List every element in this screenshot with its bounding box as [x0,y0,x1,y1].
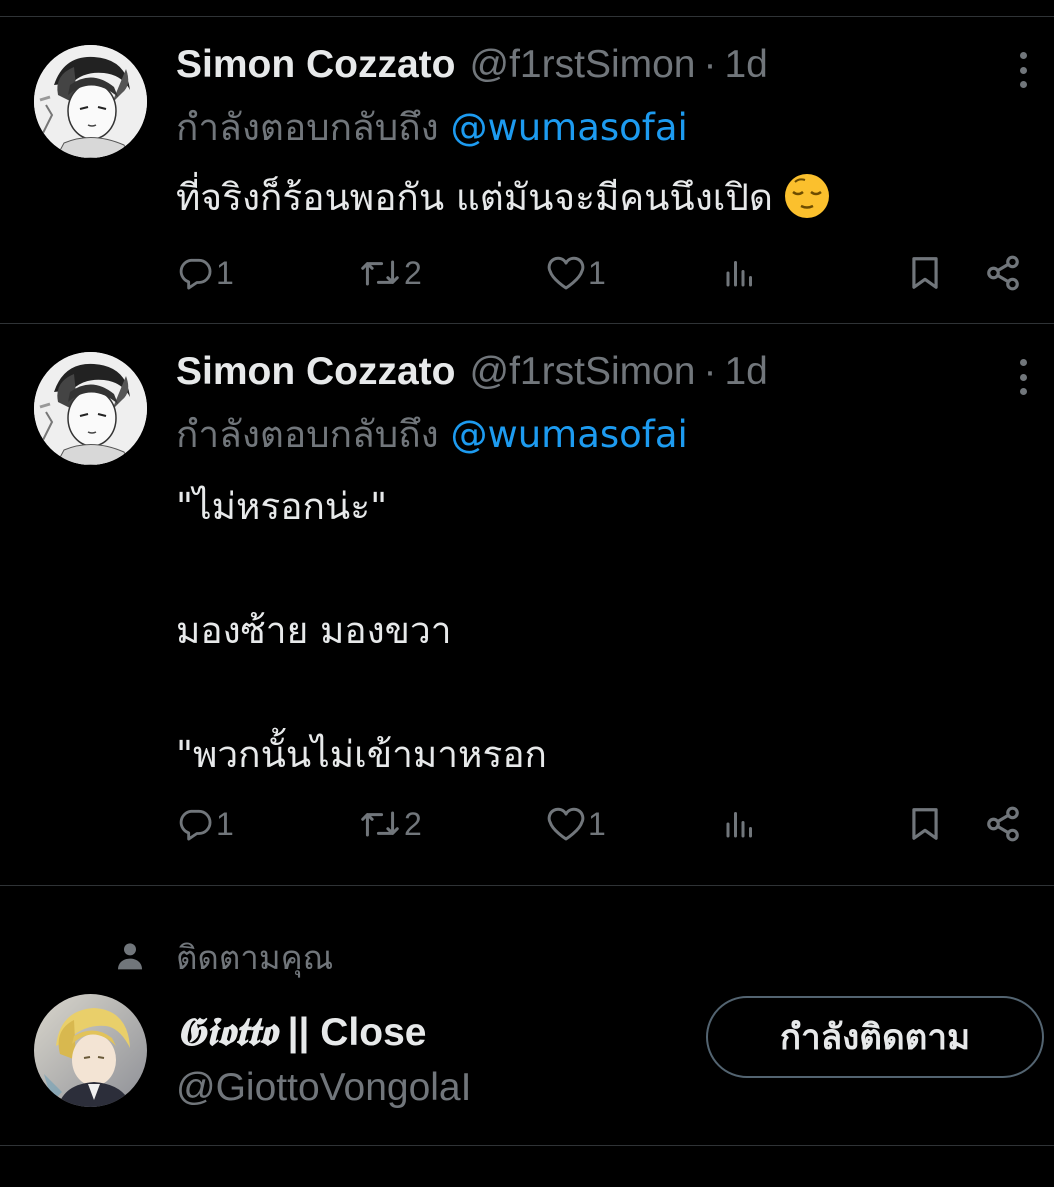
reply-icon [179,258,212,290]
bookmark-button[interactable] [906,243,944,303]
tweet-text-content: "ไม่หรอกน่ะ" มองซ้าย มองขวา "พวกนั้นไม่เ… [176,485,547,776]
retweet-count: 2 [404,254,422,291]
avatar[interactable] [34,352,147,465]
like-button[interactable]: 1 [546,794,606,854]
tweet-divider [0,885,1054,886]
tweet-header: Simon Cozzato @f1rstSimon · 1d [176,346,768,398]
reply-button[interactable]: 1 [176,794,234,854]
share-button[interactable] [984,243,1022,303]
reply-context: กำลังตอบกลับถึง @wumasofai [176,102,688,154]
views-icon [726,812,752,838]
like-icon [547,256,585,290]
retweet-count: 2 [404,805,422,842]
reply-count: 1 [216,254,234,291]
reply-context: กำลังตอบกลับถึง @wumasofai [176,409,688,461]
display-name[interactable]: Simon Cozzato [176,39,456,91]
user-handle[interactable]: @f1rstSimon [470,39,696,91]
retweet-button[interactable]: 2 [358,794,422,854]
bottom-divider [0,1145,1054,1146]
timestamp[interactable]: 1d [724,346,767,398]
following-button[interactable]: กำลังติดตาม [706,996,1044,1078]
tweet-actions: 1 2 1 [0,794,1054,854]
bookmark-button[interactable] [906,794,944,854]
person-icon [118,943,142,970]
views-icon [726,261,752,287]
reply-mention[interactable]: @wumasofai [450,413,687,456]
more-icon[interactable] [1006,48,1040,92]
timestamp[interactable]: 1d [724,39,767,91]
separator-dot: · [703,43,717,86]
reply-prefix: กำลังตอบกลับถึง [176,413,439,456]
reply-button[interactable]: 1 [176,243,234,303]
avatar-image [34,352,147,465]
reply-icon [179,809,212,841]
display-name[interactable]: Simon Cozzato [176,346,456,398]
tweet-text: "ไม่หรอกน่ะ" มองซ้าย มองขวา "พวกนั้นไม่เ… [176,476,1016,786]
avatar[interactable] [34,45,147,158]
suggested-user-handle[interactable]: @GiottoVongolaI [176,1062,471,1114]
like-icon [547,807,585,841]
views-button[interactable] [722,794,758,854]
tweet-divider [0,323,1054,324]
tweet-text-content: ที่จริงก็ร้อนพอกัน แต่มันจะมีคนนึงเปิด [176,176,773,219]
user-handle[interactable]: @f1rstSimon [470,346,696,398]
suggested-user-name[interactable]: 𝕲𝖎𝖔𝖙𝖙𝖔 || Close [176,1006,426,1059]
relieved-face-icon [784,174,829,218]
share-icon [987,806,1019,842]
avatar[interactable] [34,994,147,1107]
bookmark-icon [912,808,938,840]
retweet-icon [361,811,399,837]
user-name-stylized: 𝕲𝖎𝖔𝖙𝖙𝖔 [176,1009,277,1055]
top-divider [0,16,1054,17]
reply-prefix: กำลังตอบกลับถึง [176,106,439,149]
like-button[interactable]: 1 [546,243,606,303]
share-icon [987,255,1019,291]
reply-count: 1 [216,805,234,842]
tweet-actions: 1 2 1 [0,243,1054,303]
follows-you-label: ติดตามคุณ [176,938,334,977]
share-button[interactable] [984,794,1022,854]
reply-mention[interactable]: @wumasofai [450,106,687,149]
retweet-icon [361,260,399,286]
avatar-image [34,994,147,1107]
like-count: 1 [588,254,606,291]
user-name-rest: || Close [276,1011,427,1054]
tweet-header: Simon Cozzato @f1rstSimon · 1d [176,39,768,91]
bookmark-icon [912,257,938,289]
tweet-text: ที่จริงก็ร้อนพอกัน แต่มันจะมีคนนึงเปิด [176,172,1016,224]
more-icon[interactable] [1006,355,1040,399]
separator-dot: · [703,350,717,393]
like-count: 1 [588,805,606,842]
avatar-image [34,45,147,158]
views-button[interactable] [722,243,758,303]
retweet-button[interactable]: 2 [358,243,422,303]
